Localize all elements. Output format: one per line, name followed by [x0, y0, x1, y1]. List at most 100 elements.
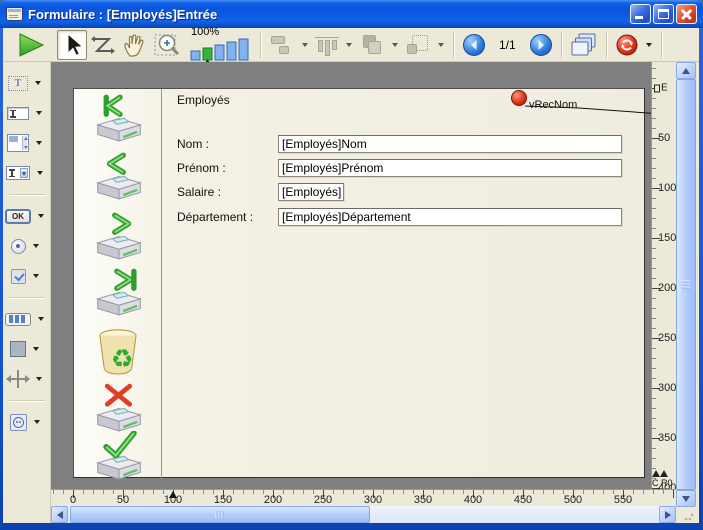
last-record-button[interactable]: [91, 267, 147, 317]
distribute-dropdown-arrow[interactable]: [346, 43, 352, 47]
distribute-tool-button[interactable]: [312, 30, 342, 60]
tool-text[interactable]: T: [3, 72, 51, 94]
hand-icon: [122, 32, 148, 58]
resize-grip[interactable]: [676, 507, 696, 523]
checkbox-dropdown-arrow[interactable]: [33, 274, 39, 278]
field-input-nom[interactable]: [Employés]Nom: [278, 135, 622, 153]
form-page[interactable]: Employés vRecNom: [73, 88, 645, 478]
button-grid-dropdown-arrow[interactable]: [38, 317, 44, 321]
select-tool-button[interactable]: [57, 30, 87, 60]
field-label-departement[interactable]: Département :: [177, 210, 253, 224]
toolbar-separator: [453, 32, 454, 58]
display-options-dropdown-arrow[interactable]: [646, 43, 652, 47]
tool-rectangle[interactable]: [3, 338, 51, 360]
scroll-right-button[interactable]: [659, 506, 676, 523]
radio-button-tool-icon: [11, 239, 26, 254]
plugin-area-dropdown-arrow[interactable]: [34, 420, 40, 424]
layer-order-dropdown-arrow[interactable]: [392, 43, 398, 47]
tool-combo-box[interactable]: [3, 162, 51, 184]
text-tool-dropdown-arrow[interactable]: [35, 81, 41, 85]
input-field-dropdown-arrow[interactable]: [36, 111, 42, 115]
horizontal-scrollbar[interactable]: [51, 506, 676, 523]
run-form-button[interactable]: [13, 30, 49, 60]
maximize-icon: [658, 9, 669, 19]
radio-button-dropdown-arrow[interactable]: [33, 244, 39, 248]
rectangle-dropdown-arrow[interactable]: [33, 347, 39, 351]
form-pages-button[interactable]: [567, 30, 601, 60]
tool-checkbox[interactable]: [3, 265, 51, 287]
vertical-scrollbar-thumb[interactable]: [676, 79, 696, 490]
left-arrow-icon: [57, 511, 63, 519]
field-input-departement[interactable]: [Employés]Département: [278, 208, 622, 226]
zoom-level-control[interactable]: 100%: [189, 27, 251, 63]
field-label-salaire[interactable]: Salaire :: [177, 185, 221, 199]
maximize-button[interactable]: [653, 4, 674, 24]
scroll-down-button[interactable]: [676, 490, 696, 507]
next-page-button[interactable]: [526, 30, 556, 60]
previous-record-button[interactable]: [91, 151, 147, 201]
scrollbar-track[interactable]: [370, 506, 659, 523]
group-dropdown-arrow[interactable]: [438, 43, 444, 47]
button-tool-dropdown-arrow[interactable]: [38, 214, 44, 218]
minimize-icon: [635, 16, 643, 19]
scroll-up-button[interactable]: [676, 62, 696, 79]
tool-list-box[interactable]: [3, 132, 51, 154]
previous-page-button[interactable]: [459, 30, 489, 60]
minimize-button[interactable]: [630, 4, 651, 24]
close-button[interactable]: [676, 4, 697, 24]
form-canvas[interactable]: Employés vRecNom: [51, 62, 651, 489]
hand-tool-button[interactable]: [119, 30, 151, 60]
palette-separator: [9, 297, 45, 299]
up-arrow-icon: [682, 68, 690, 74]
accept-record-button[interactable]: [91, 431, 147, 481]
variable-object-label[interactable]: vRecNom: [529, 99, 577, 111]
header-area-marker[interactable]: E: [654, 83, 668, 94]
combo-box-tool-icon: [6, 166, 30, 180]
scroll-left-button[interactable]: [51, 506, 68, 523]
magnifier-plus-icon: [154, 32, 182, 58]
tool-input-field[interactable]: [3, 102, 51, 124]
h-ruler-label: 550: [614, 494, 632, 506]
right-arrow-icon: [665, 511, 671, 519]
tool-button-grid[interactable]: [3, 308, 51, 330]
display-options-button[interactable]: [612, 30, 642, 60]
first-record-button[interactable]: [91, 93, 147, 143]
app-window: Formulaire : [Employés]Entrée: [0, 0, 703, 530]
splitter-dropdown-arrow[interactable]: [36, 377, 42, 381]
layer-order-icon: [360, 34, 384, 56]
tool-button[interactable]: OK: [3, 205, 51, 227]
delete-record-button[interactable]: ♻: [91, 325, 147, 375]
horizontal-scrollbar-thumb[interactable]: [70, 506, 370, 523]
list-box-dropdown-arrow[interactable]: [36, 141, 42, 145]
layer-order-tool-button[interactable]: [356, 30, 388, 60]
tool-plugin-area[interactable]: [3, 411, 51, 433]
grip-dots-icon: [684, 511, 694, 521]
zoom-bars-icon[interactable]: [189, 38, 251, 63]
h-ruler-label: 250: [314, 494, 332, 506]
tool-splitter[interactable]: [3, 368, 51, 390]
toolbar-separator: [561, 32, 562, 58]
v-ruler-label: 350: [658, 432, 676, 444]
group-tool-button[interactable]: [402, 30, 434, 60]
tool-radio-button[interactable]: [3, 235, 51, 257]
entry-order-tool-button[interactable]: [87, 30, 119, 60]
vertical-scrollbar[interactable]: [676, 62, 696, 507]
title-bar[interactable]: Formulaire : [Employés]Entrée: [0, 0, 703, 28]
field-label-prenom[interactable]: Prénom :: [177, 161, 226, 175]
combo-box-dropdown-arrow[interactable]: [37, 171, 43, 175]
toolbar-separator: [260, 32, 261, 58]
form-heading[interactable]: Employés: [177, 93, 230, 107]
dynamic-variable-badge-icon[interactable]: [511, 90, 527, 106]
field-input-salaire[interactable]: [Employés]: [278, 183, 344, 201]
field-input-prenom[interactable]: [Employés]Prénom: [278, 159, 622, 177]
field-label-nom[interactable]: Nom :: [177, 137, 209, 151]
zoom-percent-label: 100%: [191, 27, 219, 38]
cancel-record-button[interactable]: [91, 383, 147, 433]
zoom-tool-button[interactable]: [151, 30, 185, 60]
palette-separator: [9, 400, 45, 402]
align-tool-button[interactable]: [266, 30, 298, 60]
v-ruler-label: 50: [658, 132, 670, 144]
splitter-tool-icon: [7, 370, 29, 388]
align-dropdown-arrow[interactable]: [302, 43, 308, 47]
next-record-button[interactable]: [91, 211, 147, 261]
